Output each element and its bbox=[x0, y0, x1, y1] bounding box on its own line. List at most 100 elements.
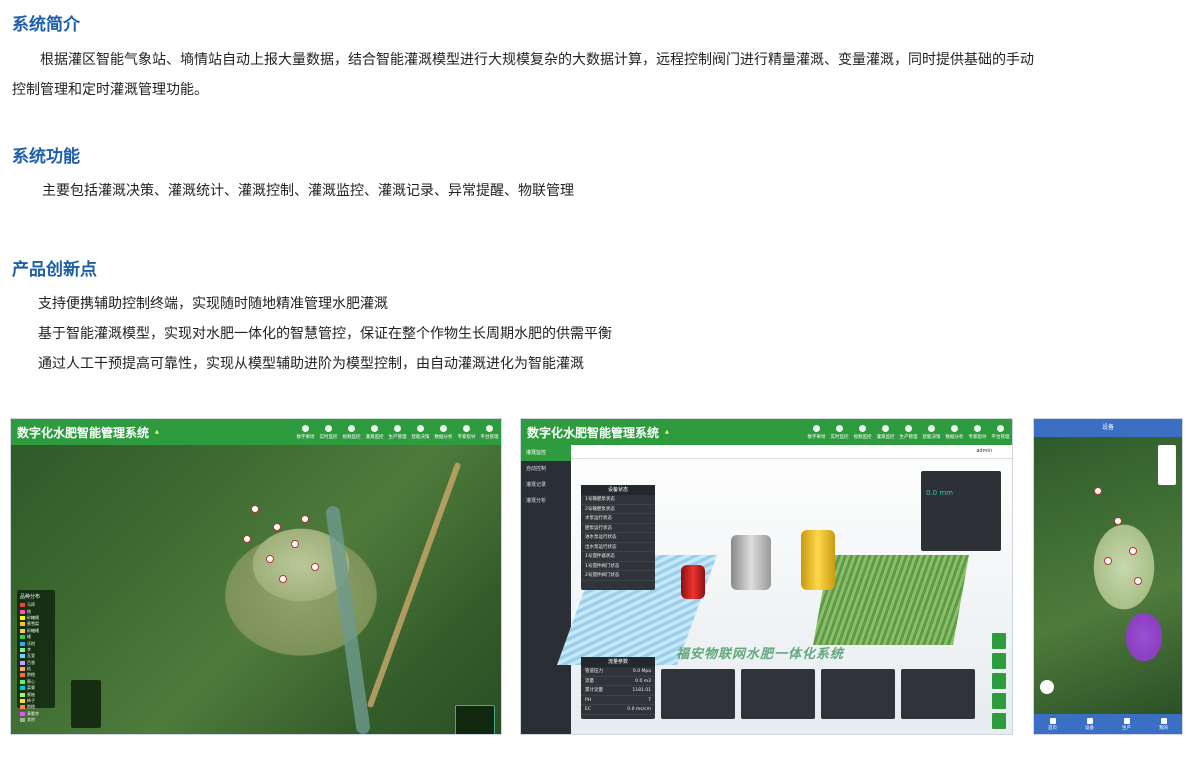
param-row: PH 7 bbox=[581, 696, 655, 705]
nav-item-irrigation[interactable]: 灌溉监控 bbox=[363, 419, 386, 445]
status-row: 肥泵运行状态 bbox=[581, 524, 655, 533]
nav-item-platform[interactable]: 平台管理 bbox=[478, 419, 501, 445]
mobile-header: 设备 bbox=[1034, 419, 1182, 437]
user-label[interactable]: admin bbox=[976, 448, 992, 454]
innovation-point-3: 通过人工干预提高可靠性，实现从模型辅助进阶为模型控制，由自动灌溉进化为智能灌溉 bbox=[38, 356, 584, 372]
status-row: 2号输肥泵状态 bbox=[581, 505, 655, 514]
status-label: 1号搅拌器状态 bbox=[585, 554, 615, 559]
plant-icon bbox=[905, 424, 912, 432]
farm-icon bbox=[302, 424, 309, 432]
map-pin[interactable] bbox=[1104, 557, 1112, 565]
system-title: 数字化水肥智能管理系统 bbox=[17, 425, 150, 440]
legend-swatch bbox=[20, 679, 25, 684]
tab-production[interactable]: 生产 bbox=[1108, 714, 1145, 734]
mobile-screenshot: 设备 首页 设备 生产 我的 bbox=[1033, 418, 1183, 735]
nav-item-video[interactable]: 视频监控 bbox=[340, 419, 363, 445]
device-icon bbox=[1086, 717, 1093, 724]
nav-item-decision[interactable]: 智能决策 bbox=[920, 419, 943, 445]
map-pin[interactable] bbox=[311, 563, 319, 571]
sidebar-item-monitor[interactable]: 灌溉监控 bbox=[521, 445, 571, 461]
nav-item-farm[interactable]: 数字果场 bbox=[294, 419, 317, 445]
legend-swatch bbox=[20, 615, 25, 620]
flow-params-panel: 流量参数 管道压力 0.0 Mpa 流量 0.0 m3 累计流量 1181.01 PH 7 EC… bbox=[581, 657, 655, 719]
nav-item-farm[interactable]: 数字果场 bbox=[805, 419, 828, 445]
map-pin[interactable] bbox=[301, 515, 309, 523]
nav-item-analysis[interactable]: 数据分析 bbox=[943, 419, 966, 445]
monitor-icon bbox=[325, 424, 332, 432]
map-pin[interactable] bbox=[243, 535, 251, 543]
legend-swatch bbox=[20, 699, 25, 704]
map-pin[interactable] bbox=[1114, 517, 1122, 525]
side-action-button[interactable] bbox=[992, 673, 1006, 689]
user-icon bbox=[1160, 717, 1167, 724]
chart-icon bbox=[440, 424, 447, 432]
layer-panel[interactable] bbox=[455, 705, 495, 734]
side-action-button[interactable] bbox=[992, 653, 1006, 669]
scene-3d[interactable]: admin 福安物联网水肥一体化系统 设备状态 1号输肥泵状态 2号输肥泵状态 水泵… bbox=[556, 445, 1012, 734]
sidebar: 灌溉监控 自动控制 灌溉记录 灌溉分析 bbox=[521, 445, 571, 734]
nav-item-video[interactable]: 视频监控 bbox=[851, 419, 874, 445]
legend-swatch bbox=[20, 686, 25, 691]
alert-ticker: ▲ bbox=[665, 429, 669, 435]
tab-home[interactable]: 首页 bbox=[1034, 714, 1071, 734]
param-value: 7 bbox=[648, 697, 651, 703]
map-pin[interactable] bbox=[1094, 487, 1102, 495]
system-title: 数字化水肥智能管理系统 bbox=[527, 425, 660, 440]
nav-item-irrigation[interactable]: 灌溉监控 bbox=[874, 419, 897, 445]
map-tools[interactable] bbox=[1158, 445, 1176, 485]
map-pin[interactable] bbox=[279, 575, 287, 583]
nav-item-expert[interactable]: 专家指导 bbox=[455, 419, 478, 445]
tab-profile[interactable]: 我的 bbox=[1145, 714, 1182, 734]
info-panel-2 bbox=[661, 669, 735, 719]
legend-label: 蜜柚 bbox=[27, 691, 35, 697]
param-label: 管道压力 bbox=[585, 669, 603, 674]
map-pin[interactable] bbox=[291, 540, 299, 548]
tab-device[interactable]: 设备 bbox=[1071, 714, 1108, 734]
video-icon bbox=[859, 424, 866, 432]
nav-item-platform[interactable]: 平台管理 bbox=[989, 419, 1012, 445]
legend-swatch bbox=[20, 609, 25, 614]
map-pin[interactable] bbox=[251, 505, 259, 513]
status-label: 2号搅拌阀门状态 bbox=[585, 573, 620, 578]
map-pin[interactable] bbox=[266, 555, 274, 563]
legend-swatch bbox=[20, 718, 25, 723]
nav-item-realtime[interactable]: 实时监控 bbox=[317, 419, 340, 445]
side-action-button[interactable] bbox=[992, 633, 1006, 649]
nav-item-decision[interactable]: 智能决策 bbox=[409, 419, 432, 445]
nav-item-expert[interactable]: 专家指导 bbox=[966, 419, 989, 445]
scene-topbar: admin bbox=[571, 445, 1012, 459]
nav-item-production[interactable]: 生产管理 bbox=[386, 419, 409, 445]
mobile-map[interactable] bbox=[1034, 437, 1182, 714]
map-pin[interactable] bbox=[273, 523, 281, 531]
sidebar-item-analysis[interactable]: 灌溉分析 bbox=[521, 493, 571, 509]
side-action-button[interactable] bbox=[992, 693, 1006, 709]
status-label: 2号输肥泵状态 bbox=[585, 506, 615, 512]
param-row: 累计流量 1181.01 bbox=[581, 686, 655, 696]
nav-item-production[interactable]: 生产管理 bbox=[897, 419, 920, 445]
legend-swatch bbox=[20, 654, 25, 659]
brain-icon bbox=[417, 424, 424, 432]
intro-text-line2: 控制管理和定时灌溉管理功能。 bbox=[12, 82, 208, 98]
nav-item-realtime[interactable]: 实时监控 bbox=[828, 419, 851, 445]
legend-label: 橘 bbox=[27, 634, 31, 640]
road bbox=[366, 461, 462, 709]
functions-title: 系统功能 bbox=[12, 147, 80, 167]
sidebar-item-auto[interactable]: 自动控制 bbox=[521, 461, 571, 477]
satellite-map[interactable]: 品种分布 马蹄桃砂糖橘 蜜雪梨 砂糖橘橘沃柑李瓦瓷 百香桔脐橙 蜜心 菜薹 蜜柚 柿子 脐橙 青脆… bbox=[11, 445, 501, 734]
innovation-title: 产品创新点 bbox=[12, 260, 97, 280]
locate-button[interactable] bbox=[1040, 680, 1054, 694]
map-pin[interactable] bbox=[1134, 577, 1142, 585]
param-label: 流量 bbox=[585, 678, 594, 684]
legend-label: 百香 bbox=[27, 659, 35, 665]
intro-text-line1: 根据灌区智能气象站、墒情站自动上报大量数据，结合智能灌溉模型进行大规模复杂的大数… bbox=[40, 52, 1034, 68]
status-label: 进水泵运行状态 bbox=[585, 535, 617, 540]
sidebar-item-record[interactable]: 灌溉记录 bbox=[521, 477, 571, 493]
legend-label: 沃柑 bbox=[27, 640, 35, 646]
nav-item-analysis[interactable]: 数据分析 bbox=[432, 419, 455, 445]
legend-label: 砂糖橘 bbox=[27, 627, 39, 633]
legend-label: 脐橙 bbox=[27, 704, 35, 710]
map-pin[interactable] bbox=[1129, 547, 1137, 555]
side-action-button[interactable] bbox=[992, 713, 1006, 729]
legend-label: 菜薹 bbox=[27, 685, 35, 691]
river bbox=[325, 505, 371, 734]
